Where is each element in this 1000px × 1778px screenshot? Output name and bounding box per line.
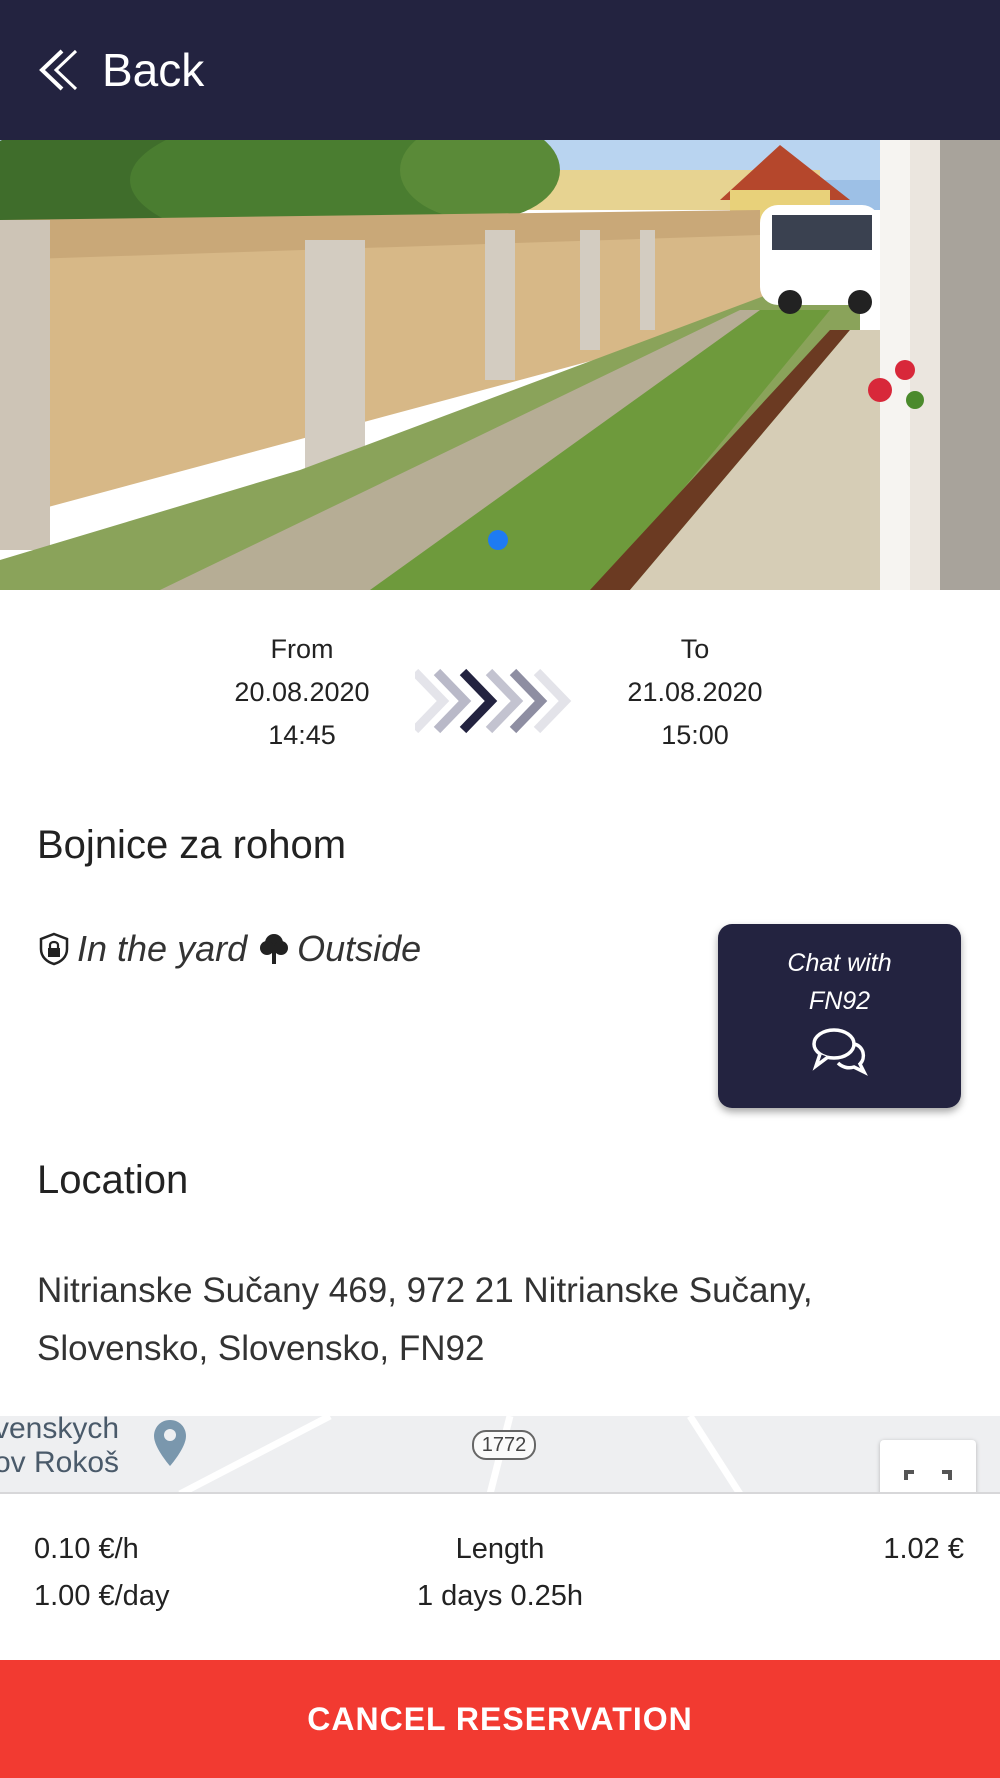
spot-features: In the yard Outside	[37, 928, 431, 970]
to-label: To	[680, 634, 710, 664]
feature-label-outside: Outside	[297, 928, 422, 969]
carousel-indicator-dot[interactable]	[488, 530, 508, 550]
location-heading: Location	[37, 1158, 189, 1202]
from-date: 20.08.2020	[234, 677, 370, 707]
to-time: 15:00	[661, 720, 729, 750]
chat-button[interactable]: Chat with FN92	[718, 924, 961, 1108]
location-address: Nitrianske Sučany 469, 972 21 Nitrianske…	[37, 1271, 813, 1368]
cancel-reservation-button[interactable]: CANCEL RESERVATION	[0, 1660, 1000, 1778]
date-range-arrows-icon	[415, 668, 572, 734]
tree-icon	[260, 934, 289, 964]
date-from: From 20.08.2020 14:45	[192, 628, 412, 757]
total-price: 1.02 €	[883, 1533, 964, 1565]
map-place-label: venskych ov Rokoš	[0, 1416, 120, 1479]
fullscreen-icon	[904, 1470, 952, 1480]
map-preview[interactable]: venskych ov Rokoš 1772	[0, 1416, 1000, 1494]
road-number-sign: 1772	[472, 1430, 536, 1460]
lock-shield-icon	[39, 932, 69, 966]
from-time: 14:45	[268, 720, 336, 750]
length-value: 1 days 0.25h	[416, 1580, 584, 1612]
rate-per-day: 1.00 €/day	[34, 1580, 170, 1612]
to-date: 21.08.2020	[627, 677, 763, 707]
chat-button-label: Chat with FN92	[787, 949, 892, 1015]
rate-per-hour: 0.10 €/h	[34, 1533, 139, 1565]
top-bar: Back	[0, 0, 1000, 140]
feature-label-yard: In the yard	[77, 928, 248, 969]
length-info: Length 1 days 0.25h	[400, 1526, 600, 1620]
back-button[interactable]: Back	[36, 43, 204, 97]
date-to: To 21.08.2020 15:00	[585, 628, 805, 757]
double-chevron-left-icon	[39, 49, 78, 91]
map-fullscreen-button[interactable]	[880, 1440, 976, 1492]
length-label: Length	[455, 1533, 545, 1565]
from-label: From	[270, 634, 334, 664]
spot-title: Bojnice za rohom	[37, 823, 347, 867]
price-summary: 0.10 €/h 1.00 €/day Length 1 days 0.25h …	[0, 1494, 1000, 1660]
back-label: Back	[102, 44, 205, 96]
chat-bubbles-icon	[811, 1028, 868, 1076]
parking-photo[interactable]	[0, 140, 1000, 590]
map-pin-icon	[154, 1420, 186, 1466]
rate-info: 0.10 €/h 1.00 €/day	[34, 1526, 169, 1620]
